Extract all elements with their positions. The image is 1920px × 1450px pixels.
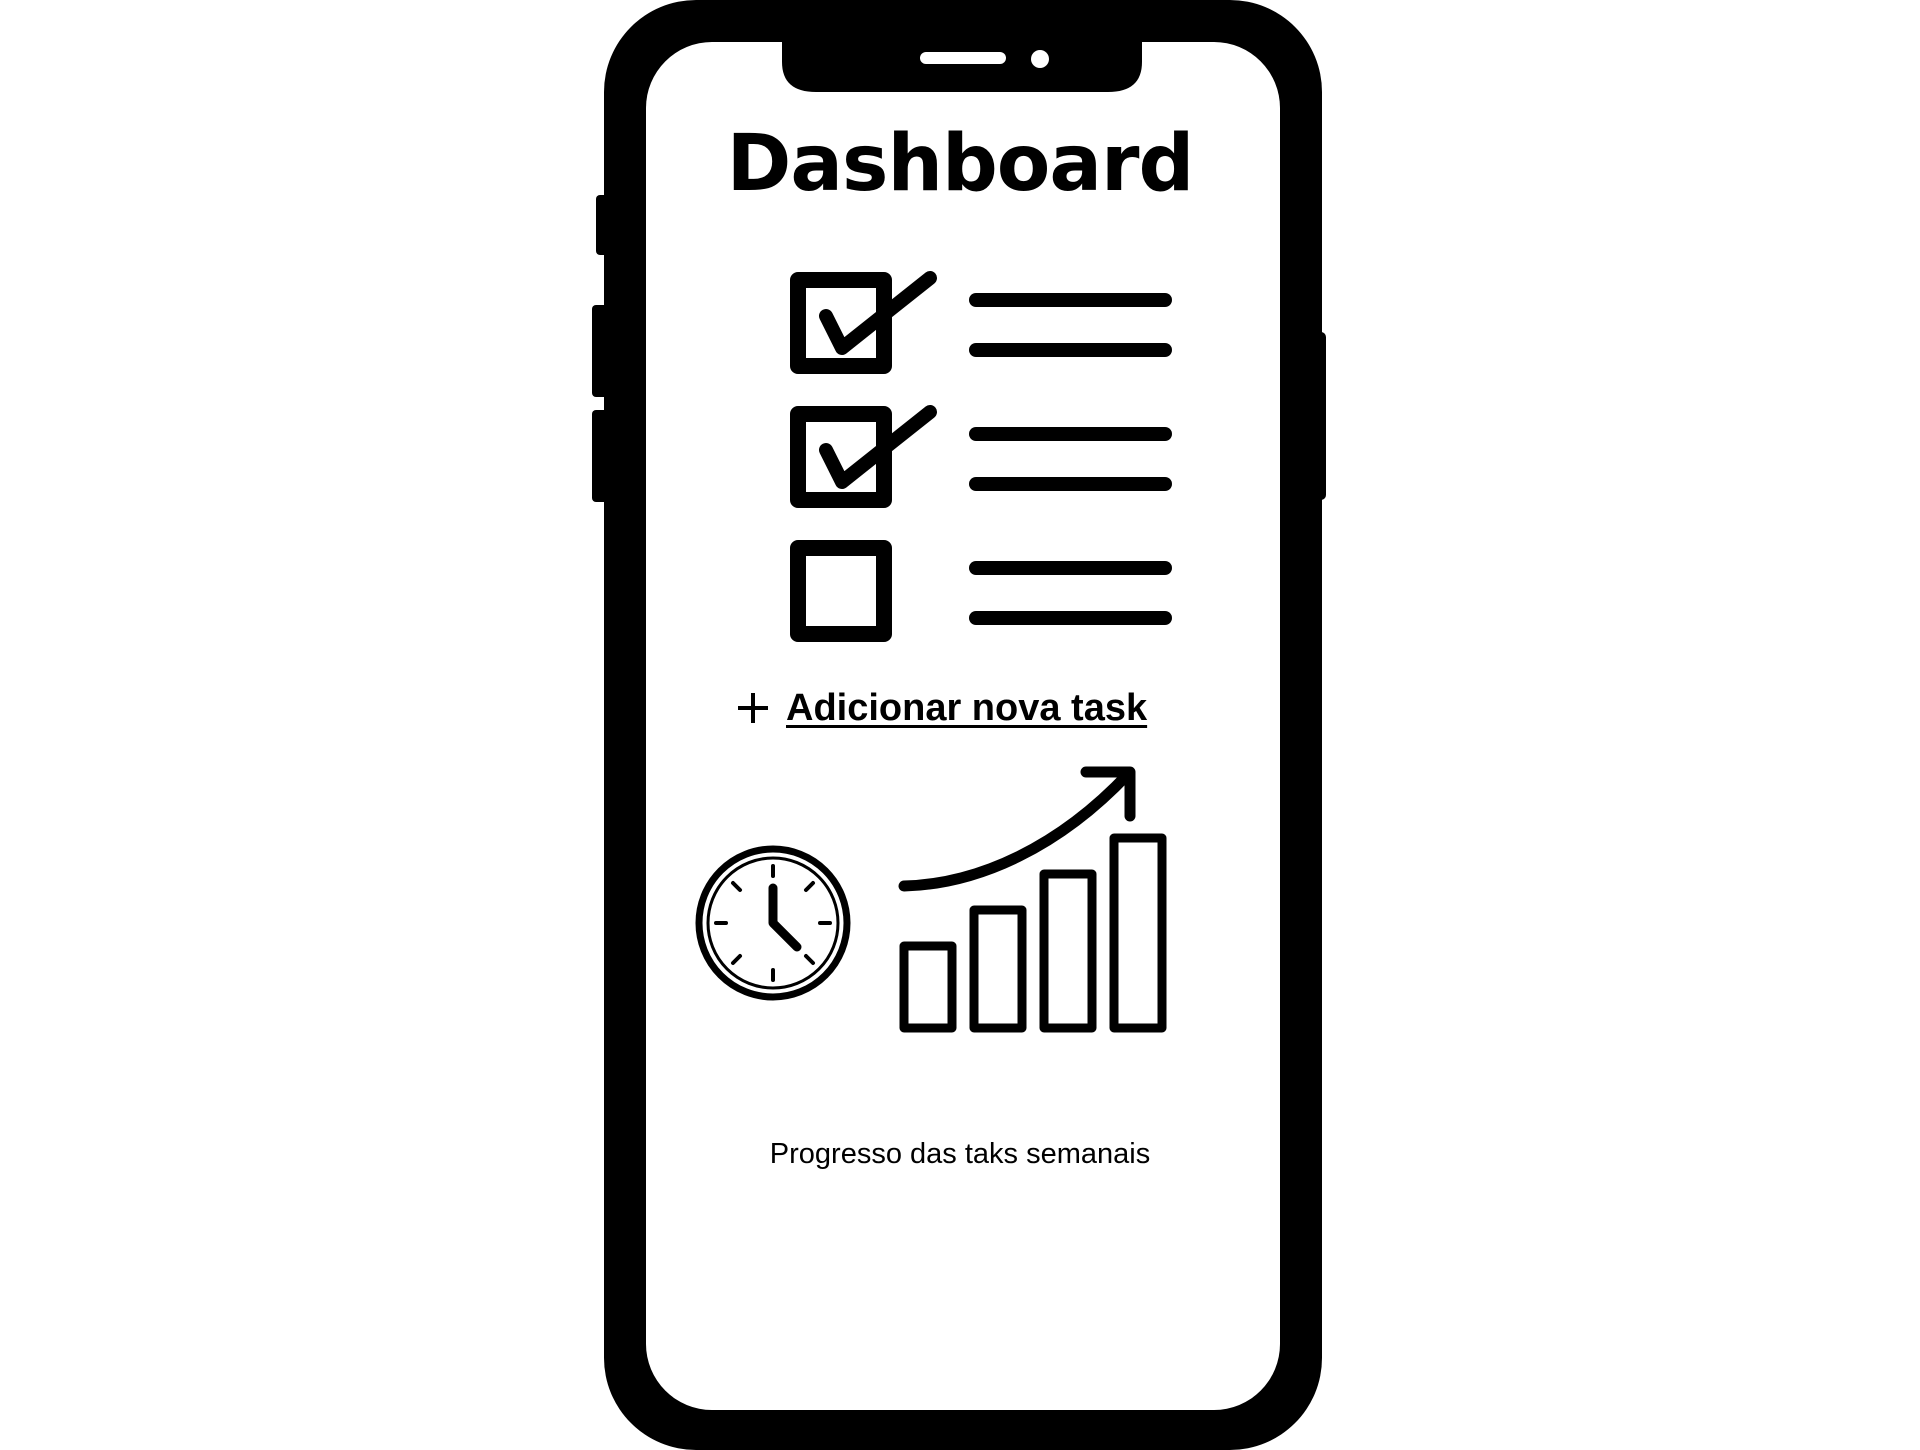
task-item[interactable] — [790, 271, 1172, 374]
checkbox-empty-icon[interactable] — [790, 540, 892, 642]
task-item[interactable] — [790, 405, 1172, 508]
bar — [1109, 833, 1167, 1033]
progress-caption: Progresso das taks semanais — [769, 1138, 1151, 1170]
add-task-label: Adicionar nova task — [786, 686, 1148, 729]
checkbox-checked-icon[interactable] — [790, 405, 937, 508]
bar — [899, 941, 957, 1033]
task-item[interactable] — [790, 540, 1172, 642]
plus-icon — [738, 693, 768, 723]
stage: Dashboard Adicionar nova task Progresso … — [0, 0, 1920, 1450]
notch — [782, 38, 1142, 92]
task-list — [790, 271, 1172, 642]
add-task-link[interactable]: Adicionar nova task — [734, 686, 1147, 730]
page-title: Dashboard — [726, 119, 1195, 209]
trend-arrow-icon — [898, 766, 1136, 892]
bar — [969, 905, 1027, 1033]
clock-icon — [695, 845, 851, 1001]
bar-chart-icon — [898, 766, 1167, 1033]
checkbox-checked-icon[interactable] — [790, 271, 937, 374]
front-camera — [1031, 50, 1049, 68]
bar — [1039, 869, 1097, 1033]
speaker-grille — [920, 52, 1006, 64]
